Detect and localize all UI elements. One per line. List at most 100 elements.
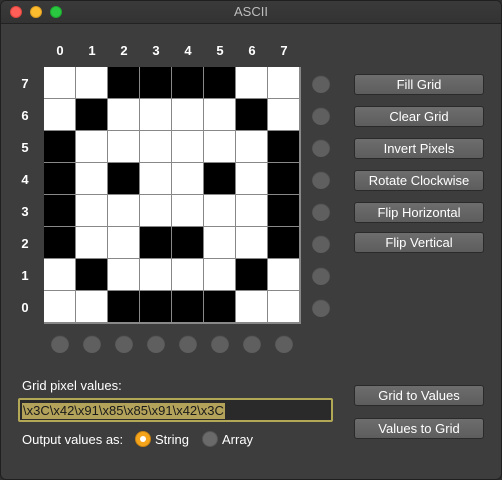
grid-cell-r4-c4[interactable] bbox=[172, 163, 203, 194]
grid-cell-r7-c1[interactable] bbox=[76, 67, 107, 98]
grid-cell-r3-c3[interactable] bbox=[140, 195, 171, 226]
row-toggle-0[interactable] bbox=[312, 299, 330, 317]
column-toggle-3[interactable] bbox=[147, 335, 165, 353]
grid-values-field[interactable]: \x3C\x42\x91\x85\x85\x91\x42\x3C bbox=[18, 398, 333, 422]
grid-cell-r2-c3[interactable] bbox=[140, 227, 171, 258]
grid-cell-r0-c0[interactable] bbox=[44, 291, 75, 322]
grid-cell-r4-c2[interactable] bbox=[108, 163, 139, 194]
grid-cell-r2-c2[interactable] bbox=[108, 227, 139, 258]
row-toggle-1[interactable] bbox=[312, 267, 330, 285]
row-label-4: 4 bbox=[21, 172, 29, 187]
column-toggle-7[interactable] bbox=[275, 335, 293, 353]
output-values-label: Output values as: bbox=[22, 432, 124, 447]
grid-cell-r3-c5[interactable] bbox=[204, 195, 235, 226]
grid-cell-r2-c7[interactable] bbox=[268, 227, 299, 258]
grid-cell-r1-c6[interactable] bbox=[236, 259, 267, 290]
grid-cell-r0-c4[interactable] bbox=[172, 291, 203, 322]
grid-cell-r4-c0[interactable] bbox=[44, 163, 75, 194]
grid-cell-r4-c7[interactable] bbox=[268, 163, 299, 194]
grid-cell-r1-c4[interactable] bbox=[172, 259, 203, 290]
grid-cell-r5-c6[interactable] bbox=[236, 131, 267, 162]
grid-cell-r3-c7[interactable] bbox=[268, 195, 299, 226]
pixel-grid bbox=[44, 67, 301, 324]
grid-cell-r1-c0[interactable] bbox=[44, 259, 75, 290]
grid-cell-r5-c0[interactable] bbox=[44, 131, 75, 162]
grid-cell-r2-c1[interactable] bbox=[76, 227, 107, 258]
radio-array-label: Array bbox=[222, 432, 254, 447]
clear-grid-button[interactable]: Clear Grid bbox=[354, 106, 484, 127]
grid-cell-r6-c4[interactable] bbox=[172, 99, 203, 130]
grid-cell-r7-c6[interactable] bbox=[236, 67, 267, 98]
grid-cell-r5-c7[interactable] bbox=[268, 131, 299, 162]
column-toggle-6[interactable] bbox=[243, 335, 261, 353]
grid-cell-r5-c3[interactable] bbox=[140, 131, 171, 162]
grid-cell-r7-c7[interactable] bbox=[268, 67, 299, 98]
grid-cell-r0-c6[interactable] bbox=[236, 291, 267, 322]
grid-cell-r6-c3[interactable] bbox=[140, 99, 171, 130]
grid-cell-r6-c0[interactable] bbox=[44, 99, 75, 130]
grid-cell-r5-c1[interactable] bbox=[76, 131, 107, 162]
grid-cell-r2-c5[interactable] bbox=[204, 227, 235, 258]
grid-cell-r0-c5[interactable] bbox=[204, 291, 235, 322]
grid-cell-r5-c4[interactable] bbox=[172, 131, 203, 162]
grid-cell-r2-c6[interactable] bbox=[236, 227, 267, 258]
grid-cell-r2-c4[interactable] bbox=[172, 227, 203, 258]
grid-to-values-button[interactable]: Grid to Values bbox=[354, 385, 484, 406]
column-toggle-4[interactable] bbox=[179, 335, 197, 353]
row-toggle-3[interactable] bbox=[312, 203, 330, 221]
row-label-7: 7 bbox=[21, 76, 29, 91]
grid-cell-r1-c2[interactable] bbox=[108, 259, 139, 290]
column-toggle-2[interactable] bbox=[115, 335, 133, 353]
grid-cell-r0-c7[interactable] bbox=[268, 291, 299, 322]
row-toggle-7[interactable] bbox=[312, 75, 330, 93]
grid-cell-r3-c6[interactable] bbox=[236, 195, 267, 226]
grid-cell-r7-c0[interactable] bbox=[44, 67, 75, 98]
row-toggle-4[interactable] bbox=[312, 171, 330, 189]
flip-horizontal-button[interactable]: Flip Horizontal bbox=[354, 202, 484, 223]
grid-cell-r3-c0[interactable] bbox=[44, 195, 75, 226]
grid-cell-r6-c5[interactable] bbox=[204, 99, 235, 130]
grid-cell-r0-c3[interactable] bbox=[140, 291, 171, 322]
grid-cell-r0-c1[interactable] bbox=[76, 291, 107, 322]
grid-cell-r1-c3[interactable] bbox=[140, 259, 171, 290]
grid-cell-r3-c2[interactable] bbox=[108, 195, 139, 226]
grid-cell-r3-c4[interactable] bbox=[172, 195, 203, 226]
grid-cell-r6-c1[interactable] bbox=[76, 99, 107, 130]
grid-cell-r1-c1[interactable] bbox=[76, 259, 107, 290]
grid-cell-r7-c3[interactable] bbox=[140, 67, 171, 98]
grid-cell-r4-c1[interactable] bbox=[76, 163, 107, 194]
column-toggle-0[interactable] bbox=[51, 335, 69, 353]
grid-cell-r2-c0[interactable] bbox=[44, 227, 75, 258]
grid-cell-r5-c5[interactable] bbox=[204, 131, 235, 162]
column-label-2: 2 bbox=[120, 43, 128, 58]
grid-cell-r1-c5[interactable] bbox=[204, 259, 235, 290]
column-label-0: 0 bbox=[56, 43, 64, 58]
grid-cell-r6-c7[interactable] bbox=[268, 99, 299, 130]
grid-cell-r7-c5[interactable] bbox=[204, 67, 235, 98]
row-label-1: 1 bbox=[21, 268, 29, 283]
grid-cell-r7-c4[interactable] bbox=[172, 67, 203, 98]
invert-pixels-button[interactable]: Invert Pixels bbox=[354, 138, 484, 159]
grid-cell-r7-c2[interactable] bbox=[108, 67, 139, 98]
flip-vertical-button[interactable]: Flip Vertical bbox=[354, 232, 484, 253]
grid-cell-r0-c2[interactable] bbox=[108, 291, 139, 322]
grid-cell-r1-c7[interactable] bbox=[268, 259, 299, 290]
grid-cell-r3-c1[interactable] bbox=[76, 195, 107, 226]
rotate-clockwise-button[interactable]: Rotate Clockwise bbox=[354, 170, 484, 191]
row-label-2: 2 bbox=[21, 236, 29, 251]
values-to-grid-button[interactable]: Values to Grid bbox=[354, 418, 484, 439]
radio-string[interactable] bbox=[135, 431, 151, 447]
grid-cell-r4-c5[interactable] bbox=[204, 163, 235, 194]
grid-cell-r6-c6[interactable] bbox=[236, 99, 267, 130]
grid-cell-r4-c6[interactable] bbox=[236, 163, 267, 194]
column-toggle-5[interactable] bbox=[211, 335, 229, 353]
row-toggle-5[interactable] bbox=[312, 139, 330, 157]
column-toggle-1[interactable] bbox=[83, 335, 101, 353]
grid-cell-r6-c2[interactable] bbox=[108, 99, 139, 130]
grid-cell-r5-c2[interactable] bbox=[108, 131, 139, 162]
row-toggle-6[interactable] bbox=[312, 107, 330, 125]
row-toggle-2[interactable] bbox=[312, 235, 330, 253]
radio-array[interactable] bbox=[202, 431, 218, 447]
fill-grid-button[interactable]: Fill Grid bbox=[354, 74, 484, 95]
grid-cell-r4-c3[interactable] bbox=[140, 163, 171, 194]
